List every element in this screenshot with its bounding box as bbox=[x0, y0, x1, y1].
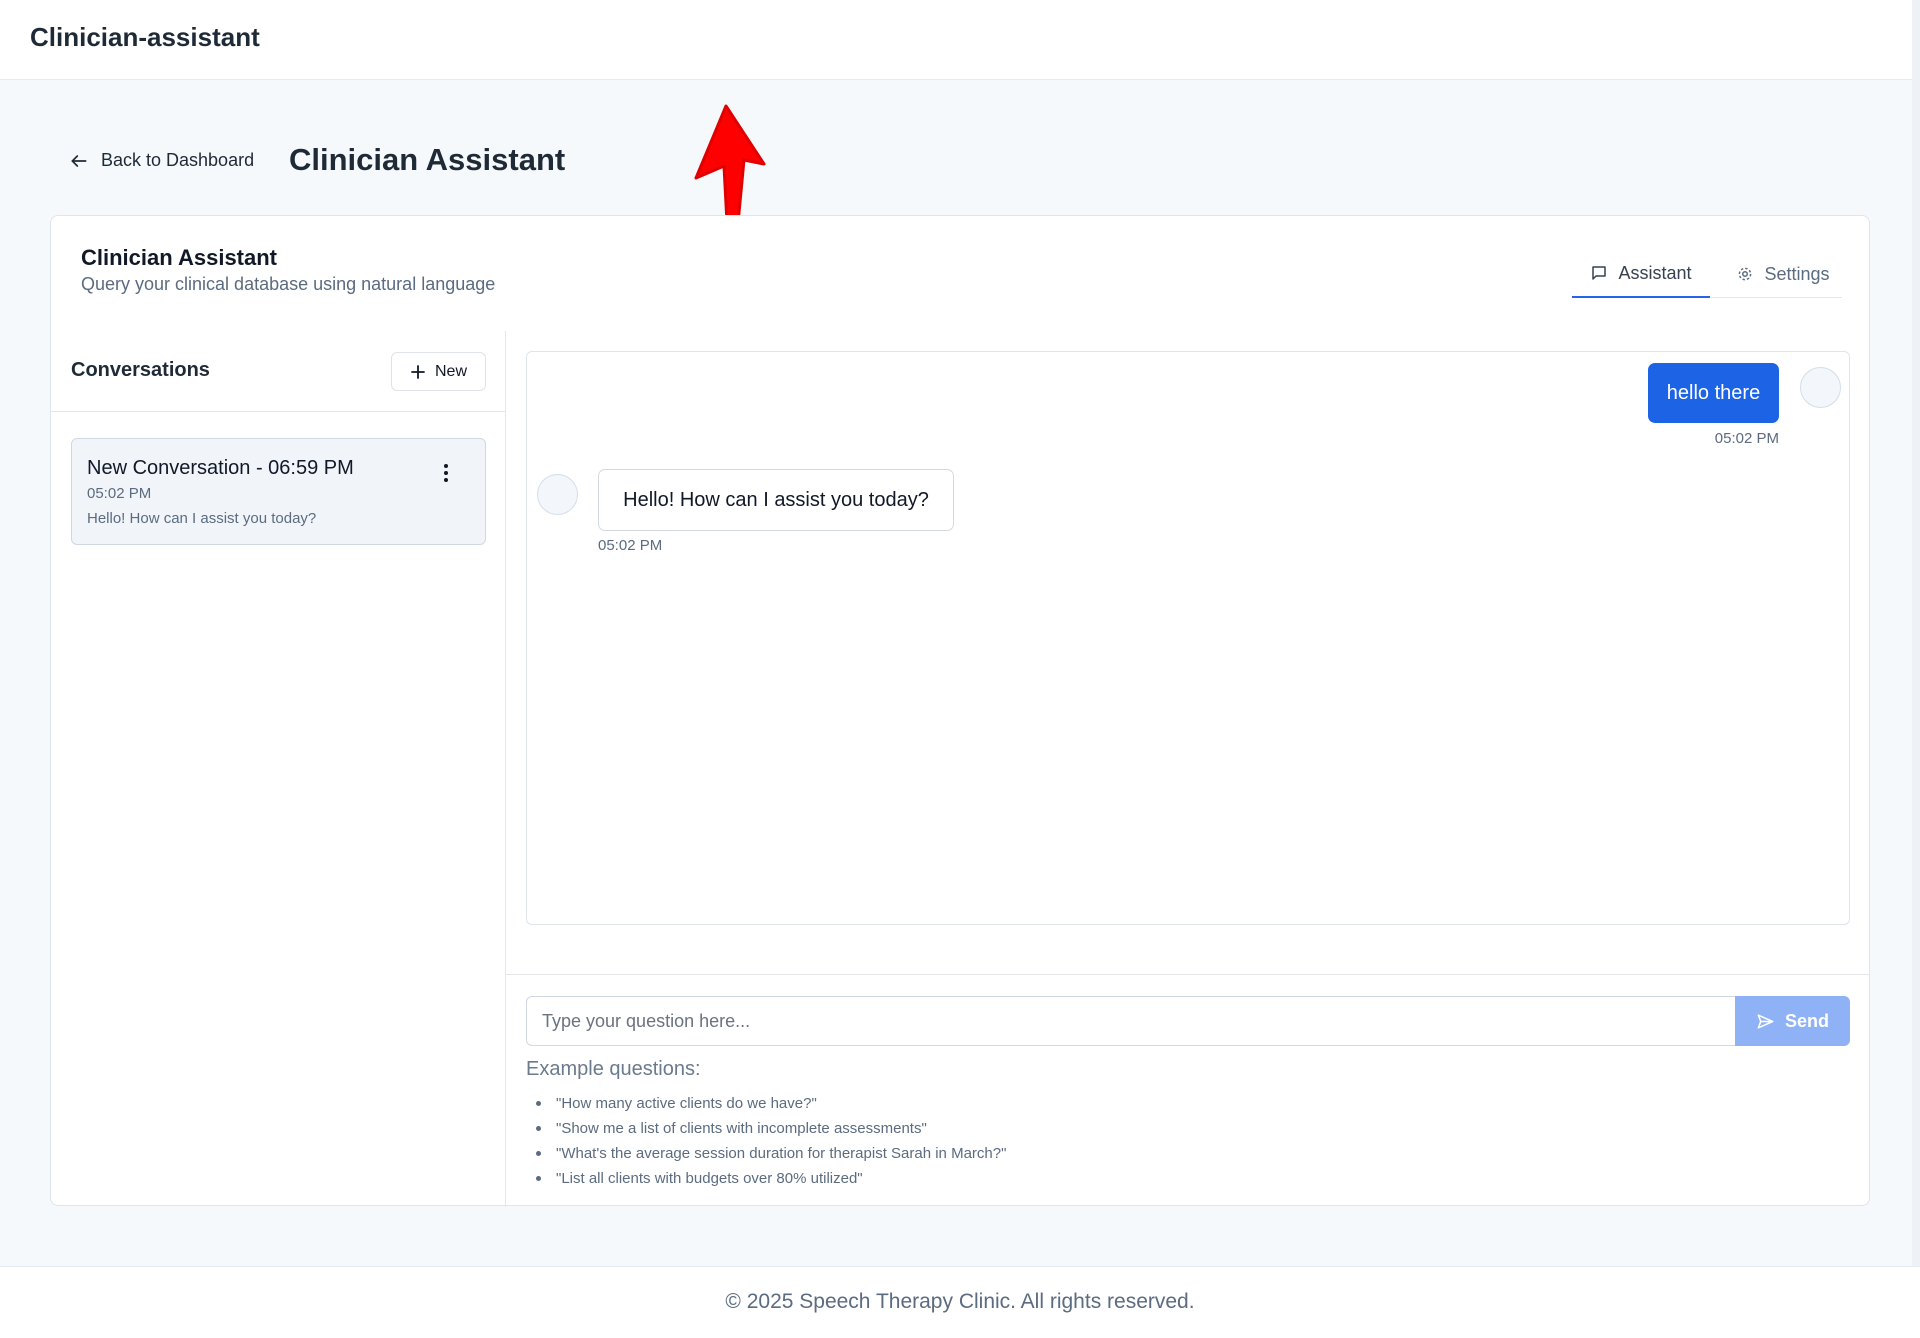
message-square-icon bbox=[1592, 266, 1607, 280]
back-link-label: Back to Dashboard bbox=[101, 150, 255, 170]
plus-icon bbox=[411, 364, 425, 379]
user-avatar bbox=[1800, 367, 1841, 408]
conversation-time: 05:02 PM bbox=[87, 485, 152, 502]
new-button-label: New bbox=[434, 362, 467, 380]
user-message-time: 05:02 PM bbox=[1714, 430, 1779, 447]
tab-settings-label: Settings bbox=[1764, 263, 1830, 284]
footer-copyright: © 2025 Speech Therapy Clinic. All rights… bbox=[725, 1290, 1195, 1313]
card-subtitle: Query your clinical database using natur… bbox=[81, 274, 496, 294]
conversation-title: New Conversation - 06:59 PM bbox=[87, 457, 354, 479]
page-scrollbar[interactable] bbox=[1912, 0, 1920, 1338]
new-conversation-button[interactable]: New bbox=[391, 352, 486, 391]
question-input[interactable] bbox=[526, 996, 1735, 1046]
arrow-left-icon bbox=[71, 154, 87, 167]
send-icon bbox=[1757, 1013, 1774, 1029]
send-button[interactable]: Send bbox=[1735, 996, 1850, 1046]
send-button-label: Send bbox=[1784, 1010, 1829, 1031]
assistant-card: Clinician Assistant Query your clinical … bbox=[50, 215, 1870, 1207]
conversation-item[interactable]: New Conversation - 06:59 PM 05:02 PM Hel… bbox=[71, 438, 486, 545]
chat-messages-panel: hello there 05:02 PM Hello! How can I as… bbox=[526, 351, 1850, 925]
example-questions-label: Example questions: bbox=[526, 1058, 701, 1080]
conversation-preview: Hello! How can I assist you today? bbox=[87, 510, 317, 527]
tab-settings[interactable]: Settings bbox=[1724, 250, 1842, 298]
card-title: Clinician Assistant bbox=[81, 245, 278, 270]
example-questions-list: "How many active clients do we have?" "S… bbox=[536, 1091, 1006, 1191]
back-to-dashboard-link[interactable]: Back to Dashboard bbox=[69, 150, 254, 171]
page-footer: © 2025 Speech Therapy Clinic. All rights… bbox=[0, 1266, 1920, 1338]
page-title: Clinician Assistant bbox=[289, 142, 566, 177]
more-options-icon[interactable] bbox=[437, 461, 455, 485]
conversations-sidebar: Conversations New New Conversation - 06:… bbox=[51, 331, 506, 1207]
conversations-heading: Conversations bbox=[71, 359, 210, 381]
assistant-avatar bbox=[537, 474, 578, 515]
app-title: Clinician-assistant bbox=[30, 22, 260, 52]
example-question: "What's the average session duration for… bbox=[536, 1141, 1006, 1166]
tab-assistant-label: Assistant bbox=[1618, 262, 1692, 283]
sidebar-header: Conversations New bbox=[51, 331, 506, 412]
example-question: "List all clients with budgets over 80% … bbox=[536, 1166, 1006, 1191]
tab-assistant[interactable]: Assistant bbox=[1572, 250, 1710, 298]
gear-icon bbox=[1739, 267, 1752, 281]
example-question: "Show me a list of clients with incomple… bbox=[536, 1116, 1006, 1141]
assistant-message-time: 05:02 PM bbox=[598, 537, 663, 554]
tab-bar: Assistant Settings bbox=[1572, 250, 1842, 298]
assistant-message-bubble: Hello! How can I assist you today? bbox=[598, 469, 954, 531]
app-root: Clinician-assistant Back to Dashboard Cl… bbox=[0, 0, 1920, 1338]
user-message-bubble: hello there bbox=[1648, 363, 1779, 423]
top-bar: Clinician-assistant bbox=[0, 0, 1920, 80]
example-question: "How many active clients do we have?" bbox=[536, 1091, 1006, 1116]
composer-divider bbox=[506, 974, 1870, 975]
